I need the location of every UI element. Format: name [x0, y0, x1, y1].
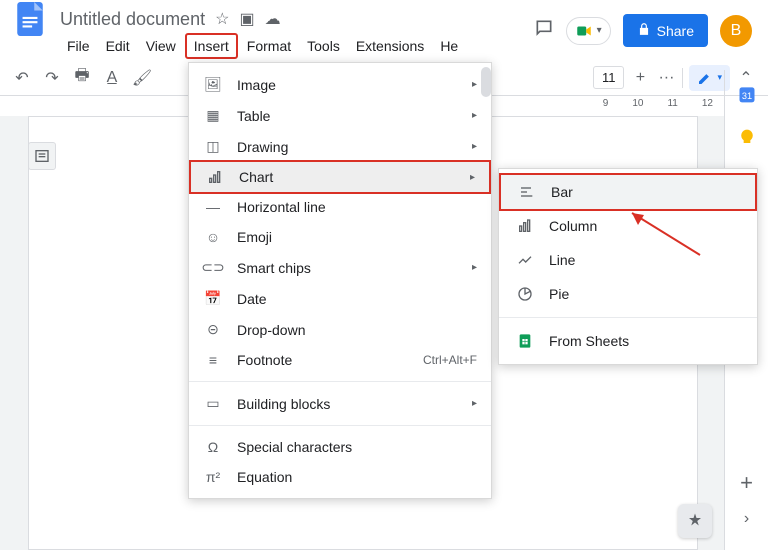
share-button[interactable]: Share [623, 14, 708, 47]
chevron-down-icon: ▾ [717, 72, 722, 83]
chevron-right-icon: ▸ [472, 398, 477, 409]
insert-emoji[interactable]: ☺ Emoji [189, 222, 491, 252]
insert-menu-dropdown: 🖼 Image ▸ ▦ Table ▸ ◫ Drawing ▸ Chart ▸ … [188, 62, 492, 499]
chevron-right-icon: ▸ [472, 262, 477, 273]
font-size-increase[interactable]: + [630, 68, 650, 88]
insert-image[interactable]: 🖼 Image ▸ [189, 69, 491, 100]
spellcheck-button[interactable]: A̲ [102, 68, 122, 88]
svg-text:31: 31 [741, 91, 751, 101]
explore-button[interactable] [678, 504, 712, 538]
insert-table[interactable]: ▦ Table ▸ [189, 100, 491, 131]
star-icon[interactable]: ☆ [215, 9, 229, 29]
annotation-arrow [620, 205, 710, 270]
bar-chart-icon [517, 184, 537, 200]
insert-special-characters[interactable]: Ω Special characters [189, 432, 491, 462]
avatar[interactable]: B [720, 15, 752, 47]
menu-separator [189, 425, 491, 426]
meet-button[interactable]: ▾ [566, 17, 611, 45]
chart-pie[interactable]: Pie [499, 277, 757, 311]
chevron-right-icon: ▸ [472, 110, 477, 121]
menu-insert[interactable]: Insert [185, 33, 238, 59]
menu-format[interactable]: Format [240, 35, 298, 57]
chart-icon [205, 169, 225, 185]
insert-chart[interactable]: Chart ▸ [189, 160, 491, 194]
toolbar-more[interactable]: ··· [656, 68, 676, 88]
menu-view[interactable]: View [139, 35, 183, 57]
menu-separator [189, 381, 491, 382]
print-button[interactable]: 🖶 [72, 68, 92, 88]
column-chart-icon [515, 218, 535, 234]
insert-date[interactable]: 📅 Date [189, 283, 491, 314]
sheets-icon [515, 333, 535, 349]
insert-building-blocks[interactable]: ▭ Building blocks ▸ [189, 388, 491, 419]
chevron-right-icon: ▸ [472, 79, 477, 90]
comments-icon[interactable] [534, 18, 554, 44]
paint-format-button[interactable]: 🖌 [132, 68, 152, 88]
menu-edit[interactable]: Edit [99, 35, 137, 57]
collapse-sidepanel-icon[interactable]: › [737, 510, 757, 530]
omega-icon: Ω [203, 439, 223, 455]
table-icon: ▦ [203, 107, 223, 124]
menu-tools[interactable]: Tools [300, 35, 347, 57]
font-size-box[interactable]: 11 [593, 66, 625, 89]
docs-app-icon[interactable] [16, 1, 44, 37]
menu-extensions[interactable]: Extensions [349, 35, 431, 57]
insert-equation[interactable]: π² Equation [189, 462, 491, 492]
building-blocks-icon: ▭ [203, 395, 223, 412]
insert-footnote[interactable]: ≡ Footnote Ctrl+Alt+F [189, 345, 491, 375]
cloud-status-icon[interactable]: ☁ [265, 9, 281, 29]
menu-separator [499, 317, 757, 318]
emoji-icon: ☺ [203, 229, 223, 245]
add-icon[interactable]: + [737, 470, 757, 490]
ruler: 9 10 11 12 [603, 98, 713, 109]
menu-file[interactable]: File [60, 35, 97, 57]
keep-icon[interactable] [737, 128, 757, 148]
redo-button[interactable]: ↷ [42, 68, 62, 88]
share-label: Share [657, 23, 694, 39]
insert-smart-chips[interactable]: ⊂⊃ Smart chips ▸ [189, 252, 491, 283]
undo-button[interactable]: ↶ [12, 68, 32, 88]
dropdown-icon: ⊝ [203, 321, 223, 338]
insert-dropdown[interactable]: ⊝ Drop-down [189, 314, 491, 345]
outline-toggle-icon[interactable] [28, 142, 56, 170]
menu-help[interactable]: He [433, 35, 465, 57]
lock-icon [637, 22, 651, 39]
pie-chart-icon [515, 286, 535, 302]
move-icon[interactable]: ▣ [239, 9, 254, 29]
line-chart-icon [515, 252, 535, 268]
insert-horizontal-line[interactable]: — Horizontal line [189, 192, 491, 222]
document-title[interactable]: Untitled document [60, 9, 205, 30]
footnote-icon: ≡ [203, 352, 223, 368]
insert-drawing[interactable]: ◫ Drawing ▸ [189, 131, 491, 162]
image-icon: 🖼 [203, 76, 223, 93]
calendar-icon[interactable]: 31 [737, 84, 757, 104]
equation-icon: π² [203, 469, 223, 485]
smart-chips-icon: ⊂⊃ [203, 259, 223, 276]
chevron-right-icon: ▸ [472, 141, 477, 152]
horizontal-line-icon: — [203, 199, 223, 215]
date-icon: 📅 [203, 290, 223, 307]
chevron-right-icon: ▸ [470, 172, 475, 183]
shortcut-label: Ctrl+Alt+F [423, 353, 477, 367]
drawing-icon: ◫ [203, 138, 223, 155]
chevron-down-icon: ▾ [597, 25, 602, 36]
chart-from-sheets[interactable]: From Sheets [499, 324, 757, 358]
